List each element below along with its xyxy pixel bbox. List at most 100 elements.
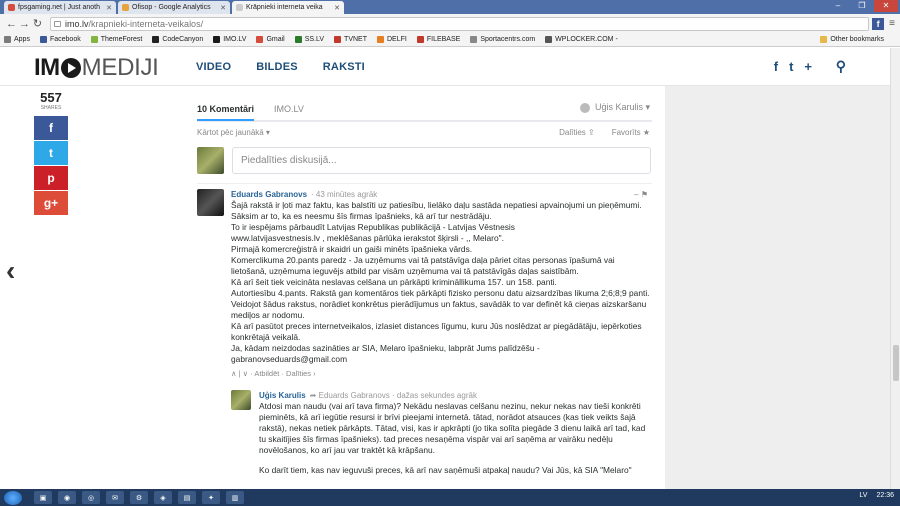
browser-tab-strip: fpsgaming.net | Just anoth ✕ Ofisop - Goo… (0, 0, 900, 14)
taskbar-app-icon[interactable]: ▤ (178, 491, 196, 504)
sort-dropdown[interactable]: Kārtot pēc jaunākā ▾ (197, 128, 270, 137)
bookmark-favicon-icon (545, 36, 553, 43)
tab-label: Krāpnieki interneta veika (246, 4, 323, 11)
comment-input[interactable]: Piedalīties diskusijā... (232, 147, 651, 174)
bookmark-label: IMO.LV (223, 36, 247, 43)
reply-time: · dažas sekundes agrāk (392, 391, 477, 400)
share-count: 557 (40, 90, 62, 105)
comment-author[interactable]: Eduards Gabranovs (231, 190, 307, 199)
comment-controls[interactable]: – ⚑ (634, 189, 648, 200)
nav-item-bildes[interactable]: BILDES (256, 61, 298, 73)
tab-site[interactable]: IMO.LV (274, 104, 304, 119)
bookmark-item[interactable]: ThemeForest (90, 36, 142, 43)
bookmark-item[interactable]: DELFI (377, 36, 407, 43)
menu-icon[interactable]: ≡ (889, 18, 895, 29)
share-googleplus-button[interactable]: g+ (34, 191, 68, 215)
page-scrollbar[interactable] (890, 48, 900, 489)
reply-to[interactable]: ➦ Eduards Gabranovs (310, 391, 390, 400)
share-discussion-button[interactable]: Dalīties ⇪ (559, 128, 595, 137)
maximize-button[interactable]: ❐ (850, 0, 874, 12)
bookmark-item[interactable]: Apps (4, 36, 30, 43)
other-bookmarks-label: Other bookmarks (830, 36, 884, 43)
comment-actions[interactable]: ∧ | ∨ · Atbildēt · Dalīties › (231, 368, 652, 379)
taskbar-app-icon[interactable]: ✦ (202, 491, 220, 504)
comment-time: · 43 minūtes agrāk (311, 190, 378, 199)
bookmark-label: Gmail (266, 36, 285, 43)
logo-subtext: MEDIJI (81, 54, 159, 81)
nav-item-raksti[interactable]: RAKSTI (323, 61, 365, 73)
share-pinterest-button[interactable]: p (34, 166, 68, 190)
nav-item-video[interactable]: VIDEO (196, 61, 231, 73)
page-icon (54, 20, 61, 27)
reply-line: Atdosi man naudu (vai arī tava firma)? N… (259, 401, 646, 455)
bookmark-item[interactable]: WPLOCKER.COM - (545, 36, 618, 43)
reload-icon[interactable]: ↻ (31, 17, 44, 30)
bookmark-item[interactable]: SS.LV (294, 36, 324, 43)
minimize-button[interactable]: – (826, 0, 850, 12)
tab-close-icon[interactable]: ✕ (220, 4, 226, 12)
twitter-icon[interactable]: t (789, 59, 793, 74)
site-logo[interactable]: IM MEDIJI (34, 54, 159, 82)
taskbar-app-icon[interactable]: ◎ (82, 491, 100, 504)
user-avatar-icon (579, 102, 590, 113)
comment-line: Ja, kādam neizdodas sazināties ar SIA, M… (231, 343, 540, 353)
browser-tab-0[interactable]: fpsgaming.net | Just anoth ✕ (4, 1, 116, 14)
bookmark-item[interactable]: CodeCanyon (152, 36, 203, 43)
language-indicator[interactable]: LV (859, 492, 867, 499)
comment-body: Eduards Gabranovs · 43 minūtes agrāk – ⚑ … (231, 189, 652, 476)
tab-comments[interactable]: 10 Komentāri (197, 104, 255, 121)
bookmark-item[interactable]: Facebook (39, 36, 81, 43)
reply-author[interactable]: Uģis Karulis (259, 391, 306, 400)
bookmark-favicon-icon (152, 36, 160, 43)
other-bookmarks[interactable]: Other bookmarks (820, 36, 884, 43)
clock[interactable]: 22:36 (876, 492, 894, 499)
chevron-left-icon[interactable]: ‹ (6, 255, 15, 287)
start-button[interactable] (4, 490, 22, 505)
bookmark-item[interactable]: FILEBASE (416, 36, 460, 43)
bookmark-label: TVNET (344, 36, 367, 43)
share-label: SHARES (40, 105, 62, 111)
taskbar-app-icon[interactable]: ▥ (226, 491, 244, 504)
tab-close-icon[interactable]: ✕ (334, 4, 340, 12)
plus-icon[interactable]: + (804, 59, 812, 74)
user-menu[interactable]: Uģis Karulis ▾ (579, 102, 650, 113)
header-social: f t + (763, 59, 812, 74)
bookmark-item[interactable]: Sportacentrs.com (470, 36, 535, 43)
comment-line: Kā arī pasūtot preces internetveikalos, … (231, 321, 642, 342)
bookmark-item[interactable]: Gmail (256, 36, 285, 43)
share-twitter-button[interactable]: t (34, 141, 68, 165)
bookmark-favicon-icon (294, 36, 302, 43)
bookmark-item[interactable]: TVNET (334, 36, 367, 43)
comment: Eduards Gabranovs · 43 minūtes agrāk – ⚑ … (197, 183, 652, 476)
forward-arrow-icon[interactable]: → (18, 18, 31, 30)
reply-meta: Uģis Karulis ➦ Eduards Gabranovs · dažas … (259, 390, 652, 401)
folder-icon (820, 36, 828, 43)
favorite-button[interactable]: Favorīts ★ (612, 128, 650, 137)
comment-reply: Uģis Karulis ➦ Eduards Gabranovs · dažas … (231, 390, 652, 476)
facebook-icon[interactable]: f (774, 59, 778, 74)
share-facebook-button[interactable]: f (34, 116, 68, 140)
avatar (197, 189, 224, 216)
avatar (231, 390, 251, 410)
bookmark-item[interactable]: IMO.LV (213, 36, 246, 43)
bookmark-favicon-icon (377, 36, 384, 43)
tab-close-icon[interactable]: ✕ (106, 4, 112, 12)
facebook-extension-icon[interactable]: f (872, 17, 885, 30)
taskbar-app-icon[interactable]: ▣ (34, 491, 52, 504)
taskbar-app-icon[interactable]: ✉ (106, 491, 124, 504)
browser-tab-1[interactable]: Ofisop - Google Analytics ✕ (118, 1, 230, 14)
new-comment: Piedalīties diskusijā... (197, 147, 652, 183)
sidebar-panel (665, 86, 890, 489)
scrollbar-thumb[interactable] (893, 345, 899, 381)
taskbar-app-icon[interactable]: ◉ (58, 491, 76, 504)
address-bar[interactable]: imo.lv/krapnieki-interneta-veikalos/ (50, 16, 870, 31)
page-viewport: IM MEDIJI VIDEO BILDES RAKSTI f t + ⚲ 557… (0, 48, 890, 489)
browser-tab-2[interactable]: Krāpnieki interneta veika ✕ (232, 1, 344, 14)
taskbar-app-icon[interactable]: ◈ (154, 491, 172, 504)
bookmark-favicon-icon (416, 36, 424, 43)
back-arrow-icon[interactable]: ← (5, 18, 18, 30)
search-icon[interactable]: ⚲ (836, 58, 846, 75)
taskbar-app-icon[interactable]: ⚙ (130, 491, 148, 504)
comment-meta: Eduards Gabranovs · 43 minūtes agrāk – ⚑ (231, 189, 652, 200)
close-window-button[interactable]: ✕ (874, 0, 898, 12)
